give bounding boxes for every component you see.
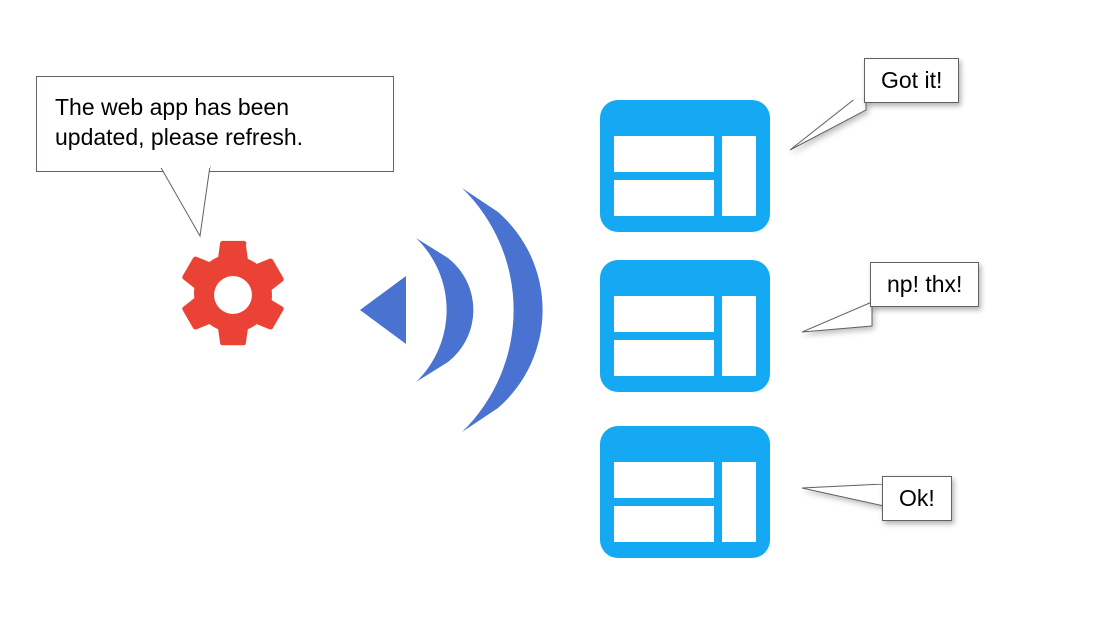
browser-window-icon bbox=[600, 260, 770, 392]
browser-window-icon bbox=[600, 426, 770, 558]
browser-window-icon bbox=[600, 100, 770, 232]
reply-text: Ok! bbox=[899, 485, 935, 511]
reply-bubble-np-thx: np! thx! bbox=[870, 262, 979, 307]
reply-text: Got it! bbox=[881, 67, 942, 93]
reply-bubble-got-it: Got it! bbox=[864, 58, 959, 103]
gear-icon bbox=[168, 230, 298, 360]
reply-bubble-ok: Ok! bbox=[882, 476, 952, 521]
reply-text: np! thx! bbox=[887, 271, 962, 297]
speech-tail bbox=[790, 100, 870, 160]
speech-tail bbox=[802, 484, 886, 534]
speech-tail bbox=[802, 290, 874, 340]
gear-speech-text: The web app has been updated, please ref… bbox=[55, 94, 303, 150]
gear-speech-bubble: The web app has been updated, please ref… bbox=[36, 76, 394, 172]
diagram-stage: The web app has been updated, please ref… bbox=[0, 0, 1108, 640]
broadcast-icon bbox=[350, 166, 570, 454]
